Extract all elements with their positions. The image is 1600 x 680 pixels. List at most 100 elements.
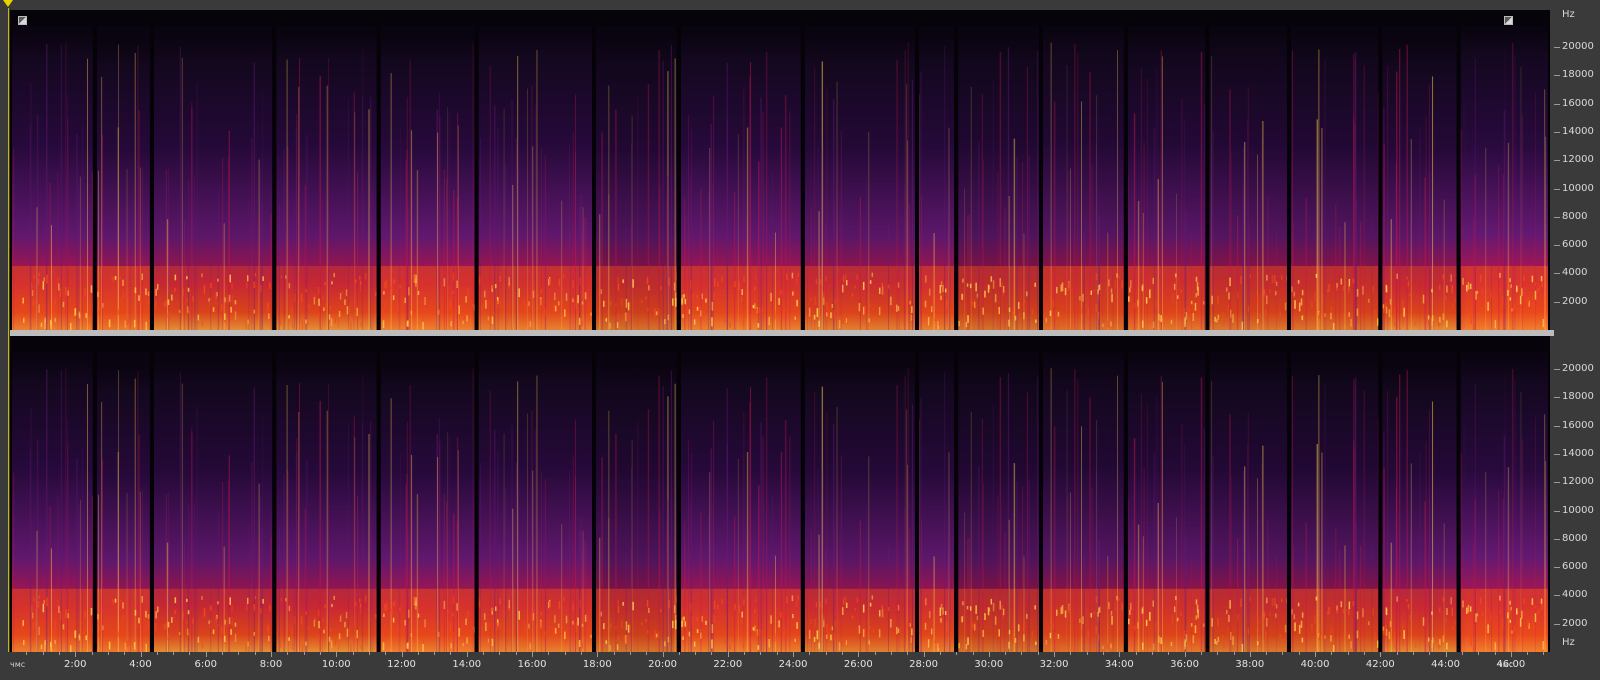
energy-speckle	[359, 276, 361, 280]
channel-collapse-left-icon[interactable]	[18, 16, 27, 25]
energy-speckle	[1170, 641, 1173, 647]
time-tick	[858, 652, 860, 657]
energy-speckle	[581, 320, 584, 327]
time-ruler[interactable]: чмс чмс 2:00 4:00 6:00 8:00 10:00 12:00 14:00 1…	[10, 652, 1554, 680]
time-minor-tick	[368, 652, 370, 655]
ultrasonic-band	[10, 336, 1550, 352]
energy-speckle	[992, 602, 995, 612]
energy-speckle	[1356, 611, 1359, 620]
energy-speckle	[699, 306, 702, 310]
energy-speckle	[1161, 287, 1163, 292]
energy-speckle	[124, 642, 127, 651]
energy-speckle	[743, 311, 746, 315]
energy-speckle	[691, 616, 694, 624]
playhead-marker-icon[interactable]	[3, 0, 13, 7]
energy-speckle	[456, 603, 458, 611]
energy-speckle	[168, 311, 171, 319]
energy-speckle	[141, 273, 143, 280]
energy-speckle	[382, 631, 384, 641]
time-tick	[1054, 652, 1056, 657]
track-gap	[149, 336, 154, 652]
energy-speckle	[539, 620, 542, 630]
channel-left[interactable]	[10, 10, 1554, 330]
energy-speckle	[1389, 298, 1392, 305]
energy-speckle	[147, 614, 150, 619]
energy-speckle	[51, 628, 53, 637]
time-tick-label: 8:00	[259, 659, 283, 670]
energy-speckle	[858, 625, 861, 634]
time-minor-tick	[1298, 652, 1300, 655]
time-minor-tick	[744, 652, 746, 655]
time-minor-tick	[1396, 652, 1398, 655]
track-gap	[800, 10, 805, 330]
freq-tick-label: 2000	[1562, 295, 1588, 307]
energy-speckle	[46, 274, 48, 284]
energy-speckle	[253, 631, 256, 636]
time-tick	[597, 652, 599, 657]
energy-speckle	[138, 295, 140, 301]
channel-collapse-right-icon[interactable]	[1504, 16, 1513, 25]
energy-speckle	[1014, 638, 1017, 643]
energy-speckle	[1095, 595, 1098, 603]
track-gap	[272, 336, 277, 652]
time-minor-tick	[417, 652, 419, 655]
energy-speckle	[247, 319, 249, 325]
energy-speckle	[288, 283, 291, 289]
energy-speckle	[856, 274, 859, 280]
time-minor-tick	[1217, 652, 1219, 655]
time-tick-label: 6:00	[194, 659, 217, 670]
energy-speckle	[1002, 608, 1005, 616]
energy-speckle	[1202, 301, 1205, 305]
energy-speckle	[32, 312, 34, 319]
energy-speckle	[667, 314, 670, 321]
energy-speckle	[851, 615, 854, 620]
energy-speckle	[641, 299, 643, 304]
spectrogram-right[interactable]	[10, 336, 1550, 652]
track-gap	[954, 10, 959, 330]
energy-speckle	[1008, 307, 1011, 313]
energy-speckle	[78, 311, 81, 316]
time-tick	[1510, 652, 1512, 657]
energy-speckle	[761, 307, 763, 316]
energy-speckle	[1519, 295, 1522, 305]
energy-speckle	[699, 628, 702, 633]
time-minor-tick	[91, 652, 93, 655]
playhead-line[interactable]	[8, 8, 9, 652]
energy-speckle	[682, 297, 685, 303]
energy-speckle	[815, 279, 818, 285]
spectrogram-left[interactable]	[10, 10, 1550, 330]
energy-speckle	[1232, 314, 1234, 323]
energy-speckle	[1211, 618, 1213, 627]
energy-speckle	[1192, 312, 1195, 322]
energy-speckle	[212, 629, 215, 635]
freq-tick-label: 20000	[1562, 41, 1594, 52]
energy-speckle	[826, 623, 828, 633]
energy-speckle	[1468, 300, 1471, 305]
energy-speckle	[647, 307, 649, 312]
energy-speckle	[22, 639, 25, 646]
energy-speckle	[1301, 637, 1304, 643]
energy-speckle	[796, 622, 798, 629]
channel-right[interactable]	[10, 336, 1554, 652]
energy-speckle	[262, 276, 264, 281]
energy-speckle	[97, 310, 99, 316]
time-minor-tick	[1151, 652, 1153, 655]
energy-speckle	[1541, 280, 1543, 288]
energy-speckle	[1152, 600, 1155, 607]
energy-speckle	[22, 317, 25, 323]
energy-speckle	[1523, 598, 1525, 604]
freq-tick-label: 4000	[1562, 267, 1588, 279]
energy-speckle	[1487, 302, 1489, 311]
energy-speckle	[1023, 312, 1025, 320]
energy-speckle	[1385, 625, 1387, 630]
energy-speckle	[1064, 287, 1067, 296]
energy-speckle	[382, 642, 385, 651]
energy-speckle	[1320, 306, 1323, 313]
energy-speckle	[622, 602, 624, 606]
energy-speckle	[1274, 275, 1276, 283]
energy-speckle	[65, 609, 67, 618]
time-minor-tick	[483, 652, 485, 655]
energy-speckle	[682, 636, 684, 640]
energy-speckle	[897, 604, 900, 611]
energy-speckle	[410, 310, 413, 315]
